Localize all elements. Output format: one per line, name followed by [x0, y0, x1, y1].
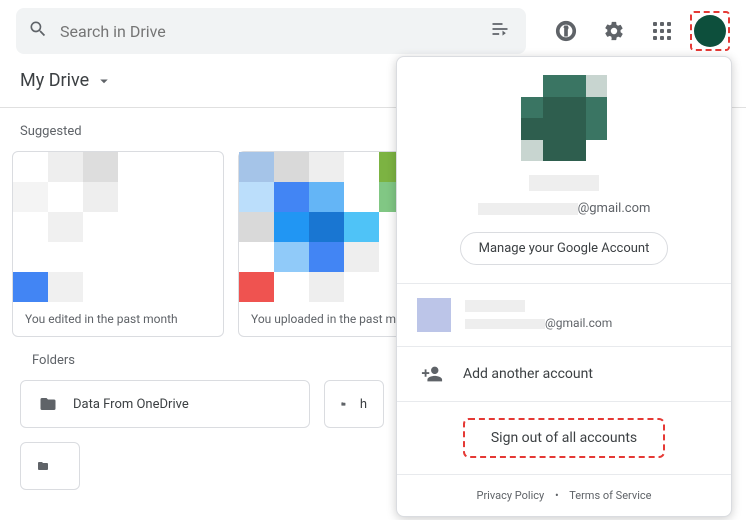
secondary-email: @gmail.com — [465, 316, 612, 330]
secondary-account-info: @gmail.com — [465, 300, 612, 330]
suggested-card[interactable]: You edited in the past month — [12, 151, 224, 337]
apps-icon[interactable] — [642, 11, 682, 51]
search-bar[interactable] — [16, 8, 526, 54]
search-icon — [28, 19, 48, 43]
folder-item[interactable] — [20, 442, 80, 490]
folder-item[interactable]: Data From OneDrive — [20, 380, 310, 428]
account-popover: @gmail.com Manage your Google Account @g… — [396, 56, 732, 517]
policy-row: Privacy Policy • Terms of Service — [397, 475, 731, 516]
folder-icon — [341, 395, 346, 413]
person-add-icon — [421, 363, 443, 385]
account-email: @gmail.com — [397, 201, 731, 216]
secondary-avatar — [417, 298, 451, 332]
folder-name: h — [360, 397, 367, 412]
breadcrumb-title: My Drive — [20, 70, 89, 91]
account-avatar-highlight — [690, 11, 730, 51]
account-large-avatar — [521, 75, 607, 161]
folder-item[interactable]: h — [324, 380, 384, 428]
account-avatar[interactable] — [694, 15, 726, 47]
search-options-icon[interactable] — [486, 15, 514, 47]
svg-text:?: ? — [563, 24, 569, 39]
separator-dot: • — [555, 489, 559, 502]
suggested-caption: You edited in the past month — [13, 302, 223, 336]
account-primary-section: @gmail.com Manage your Google Account — [397, 57, 731, 284]
settings-icon[interactable] — [594, 11, 634, 51]
folder-icon — [37, 457, 49, 475]
privacy-policy-link[interactable]: Privacy Policy — [477, 489, 545, 502]
thumbnail — [13, 152, 223, 302]
terms-link[interactable]: Terms of Service — [569, 489, 651, 502]
folder-icon — [37, 395, 59, 413]
secondary-account-row[interactable]: @gmail.com — [397, 284, 731, 347]
manage-account-button[interactable]: Manage your Google Account — [460, 232, 669, 265]
signout-button[interactable]: Sign out of all accounts — [463, 418, 665, 458]
header: ? — [0, 0, 746, 62]
header-actions: ? — [546, 11, 730, 51]
chevron-down-icon — [95, 72, 113, 90]
add-account-button[interactable]: Add another account — [397, 347, 731, 402]
secondary-name-redacted — [465, 300, 525, 312]
account-name-redacted — [529, 175, 599, 191]
search-input[interactable] — [48, 22, 486, 41]
signout-section: Sign out of all accounts — [397, 402, 731, 475]
add-account-label: Add another account — [463, 366, 593, 382]
help-icon[interactable]: ? — [546, 11, 586, 51]
folder-name: Data From OneDrive — [73, 397, 189, 412]
